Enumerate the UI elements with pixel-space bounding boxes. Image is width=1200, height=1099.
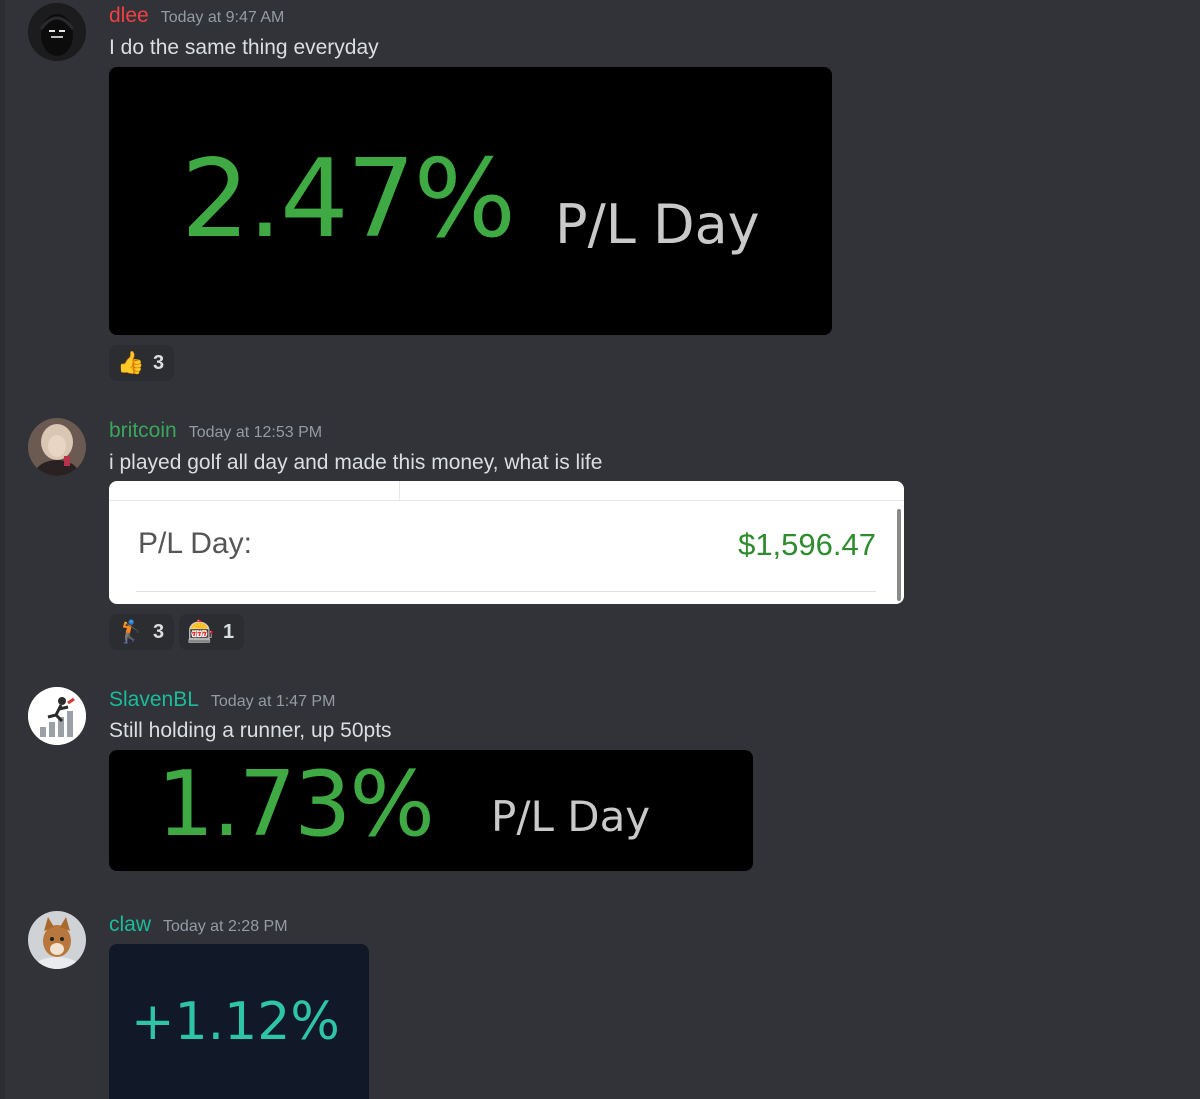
reaction-slot-machine[interactable]: 🎰 1	[179, 614, 245, 650]
username[interactable]: claw	[109, 913, 151, 937]
message-header: britcoin Today at 12:53 PM	[109, 419, 322, 443]
avatar-claw-image	[28, 911, 86, 969]
image-attachment-pl-day[interactable]: 2.47% P/L Day	[109, 67, 832, 335]
avatar-dlee-image	[28, 3, 86, 61]
avatar-slavenbl[interactable]	[28, 687, 86, 745]
message-text: i played golf all day and made this mone…	[109, 451, 603, 474]
avatar-claw[interactable]	[28, 911, 86, 969]
timestamp: Today at 1:47 PM	[210, 693, 336, 710]
image-attachment-pl-day[interactable]: 1.73% P/L Day	[109, 750, 753, 871]
scrollbar	[897, 509, 901, 601]
username[interactable]: SlavenBL	[109, 688, 199, 712]
reaction-count: 1	[223, 620, 235, 643]
chat-message-list[interactable]: dlee Today at 9:47 AM I do the same thin…	[0, 0, 1200, 1099]
message-text: I do the same thing everyday	[109, 36, 379, 59]
divider	[109, 500, 904, 501]
message-text: Still holding a runner, up 50pts	[109, 719, 392, 742]
reaction-count: 3	[153, 351, 165, 374]
pl-value: $1,596.47	[738, 527, 876, 562]
golfer-icon: 🏌	[117, 619, 145, 644]
timestamp: Today at 9:47 AM	[160, 9, 285, 26]
divider	[399, 481, 400, 500]
message-header: claw Today at 2:28 PM	[109, 913, 288, 937]
timestamp: Today at 12:53 PM	[188, 424, 323, 441]
pl-percent: 1.73%	[157, 752, 435, 857]
timestamp: Today at 2:28 PM	[163, 918, 288, 935]
message-header: dlee Today at 9:47 AM	[109, 4, 284, 28]
reaction-thumbs-up[interactable]: 👍 3	[109, 345, 175, 381]
username[interactable]: britcoin	[109, 419, 177, 443]
username[interactable]: dlee	[109, 4, 149, 28]
avatar-dlee[interactable]	[28, 3, 86, 61]
channel-sidebar-edge	[0, 0, 5, 1099]
pl-label: P/L Day	[555, 193, 760, 256]
avatar-britcoin-image	[28, 418, 86, 476]
reaction-golfer[interactable]: 🏌 3	[109, 614, 175, 650]
thumbs-up-icon: 👍	[117, 350, 145, 375]
avatar-slavenbl-image	[28, 687, 86, 745]
slot-machine-icon: 🎰	[187, 619, 215, 644]
divider	[136, 591, 876, 592]
pl-percent: +1.12%	[131, 992, 340, 1052]
reaction-count: 3	[153, 620, 165, 643]
message-header: SlavenBL Today at 1:47 PM	[109, 688, 335, 712]
pl-label: P/L Day	[491, 792, 651, 841]
avatar-britcoin[interactable]	[28, 418, 86, 476]
image-attachment-percent[interactable]: +1.12%	[109, 944, 369, 1099]
pl-label: P/L Day:	[138, 527, 252, 560]
image-attachment-pl-day-dollars[interactable]: P/L Day: $1,596.47	[109, 481, 904, 604]
pl-percent: 2.47%	[181, 137, 516, 262]
